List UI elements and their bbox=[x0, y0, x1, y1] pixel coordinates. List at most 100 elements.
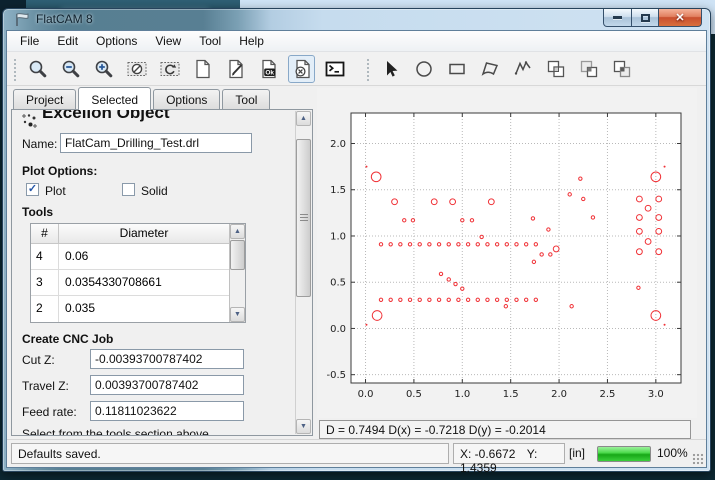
tool-number[interactable]: 2 bbox=[31, 296, 59, 322]
svg-text:0.5: 0.5 bbox=[330, 278, 346, 289]
plot-checkbox[interactable]: ✓ bbox=[26, 183, 39, 196]
plot-canvas[interactable]: 0.00.51.01.52.02.53.0-0.50.00.51.01.52.0 bbox=[317, 88, 697, 418]
tab-project[interactable]: Project bbox=[13, 89, 76, 109]
zoom-out-icon[interactable] bbox=[57, 55, 84, 83]
resize-grip[interactable] bbox=[692, 453, 704, 465]
travelz-label: Travel Z: bbox=[22, 379, 69, 393]
table-row[interactable]: 2 0.035 bbox=[31, 296, 245, 322]
menu-file[interactable]: File bbox=[11, 32, 48, 50]
svg-text:1.5: 1.5 bbox=[503, 389, 519, 400]
polygon-intersection-icon[interactable] bbox=[575, 55, 602, 83]
scroll-up-icon[interactable]: ▲ bbox=[230, 224, 245, 239]
window-title: FlatCAM 8 bbox=[36, 12, 93, 26]
svg-text:1.0: 1.0 bbox=[454, 389, 470, 400]
tool-number[interactable]: 3 bbox=[31, 270, 59, 295]
left-column: Project Selected Options Tool Exc bbox=[7, 86, 315, 439]
panel-scrollbar[interactable]: ▲ ▼ bbox=[295, 111, 311, 434]
open-project-icon[interactable] bbox=[222, 55, 249, 83]
menu-help[interactable]: Help bbox=[230, 32, 273, 50]
units-indicator: [in] bbox=[569, 446, 585, 460]
tool-diameter[interactable]: 0.035 bbox=[59, 296, 245, 322]
toolbar-handle[interactable] bbox=[12, 57, 18, 81]
toolbar: Ok bbox=[7, 52, 706, 86]
plot-area: 0.00.51.01.52.02.53.0-0.50.00.51.01.52.0… bbox=[315, 86, 706, 439]
select-tool-icon[interactable] bbox=[377, 55, 404, 83]
draw-circle-icon[interactable] bbox=[410, 55, 437, 83]
menu-options[interactable]: Options bbox=[87, 32, 146, 50]
travelz-input[interactable] bbox=[90, 375, 244, 395]
menu-edit[interactable]: Edit bbox=[48, 32, 87, 50]
solid-checkbox-label[interactable]: Solid bbox=[141, 184, 168, 198]
svg-text:1.5: 1.5 bbox=[330, 185, 346, 196]
tab-selected[interactable]: Selected bbox=[78, 87, 151, 110]
tool-diameter[interactable]: 0.0354330708661 bbox=[59, 270, 245, 295]
tab-tool[interactable]: Tool bbox=[222, 89, 270, 109]
maximize-button[interactable] bbox=[632, 9, 659, 27]
scroll-down-icon[interactable]: ▼ bbox=[230, 307, 245, 322]
svg-text:0.0: 0.0 bbox=[358, 389, 374, 400]
replot-icon[interactable] bbox=[156, 55, 183, 83]
svg-text:3.0: 3.0 bbox=[648, 389, 664, 400]
plot-checkbox-label[interactable]: Plot bbox=[45, 184, 66, 198]
cnc-job-heading: Create CNC Job bbox=[22, 332, 113, 346]
zoom-fit-icon[interactable] bbox=[24, 55, 51, 83]
table-scrollbar-thumb[interactable] bbox=[230, 240, 245, 270]
clear-plot-icon[interactable] bbox=[123, 55, 150, 83]
tool-diameter[interactable]: 0.06 bbox=[59, 244, 245, 269]
delete-object-icon[interactable] bbox=[288, 55, 315, 83]
svg-text:1.0: 1.0 bbox=[330, 231, 346, 242]
command-line-icon[interactable] bbox=[321, 55, 348, 83]
tools-label: Tools bbox=[22, 205, 53, 219]
scroll-down-icon[interactable]: ▼ bbox=[296, 419, 311, 434]
table-row[interactable]: 3 0.0354330708661 bbox=[31, 270, 245, 296]
titlebar[interactable]: FlatCAM 8 ✕ bbox=[3, 9, 710, 30]
tool-number[interactable]: 4 bbox=[31, 244, 59, 269]
scrollbar-grip bbox=[300, 214, 308, 221]
new-project-icon[interactable] bbox=[189, 55, 216, 83]
draw-polygon-icon[interactable] bbox=[476, 55, 503, 83]
menu-view[interactable]: View bbox=[146, 32, 190, 50]
solid-checkbox[interactable] bbox=[122, 183, 135, 196]
tab-options[interactable]: Options bbox=[153, 89, 220, 109]
panel-scrollbar-thumb[interactable] bbox=[296, 139, 311, 297]
close-icon: ✕ bbox=[675, 11, 684, 24]
plot-options-label: Plot Options: bbox=[22, 164, 97, 178]
status-message: Defaults saved. bbox=[11, 443, 449, 464]
menu-tool[interactable]: Tool bbox=[190, 32, 230, 50]
svg-text:-0.5: -0.5 bbox=[326, 370, 346, 381]
col-header-number[interactable]: # bbox=[31, 224, 59, 243]
minimize-button[interactable] bbox=[603, 9, 632, 27]
name-label: Name: bbox=[22, 137, 57, 151]
save-project-icon[interactable]: Ok bbox=[255, 55, 282, 83]
feedrate-input[interactable] bbox=[90, 401, 244, 421]
table-scrollbar[interactable]: ▲ ▼ bbox=[229, 224, 245, 322]
tools-table-header: # Diameter bbox=[31, 224, 245, 244]
svg-text:2.5: 2.5 bbox=[599, 389, 615, 400]
polygon-union-icon[interactable] bbox=[542, 55, 569, 83]
flatcam-window: FlatCAM 8 ✕ File Edit Options View Tool … bbox=[2, 8, 711, 472]
panel-title: Excellon Object bbox=[42, 109, 170, 123]
tab-bar: Project Selected Options Tool bbox=[7, 86, 315, 109]
selected-tab-panel: Excellon Object Name: Plot Options: ✓ Pl… bbox=[11, 109, 313, 436]
scroll-up-icon[interactable]: ▲ bbox=[296, 111, 311, 126]
svg-text:0.5: 0.5 bbox=[406, 389, 422, 400]
col-header-diameter[interactable]: Diameter bbox=[59, 224, 245, 243]
toolbar-handle[interactable] bbox=[365, 57, 371, 81]
tools-note: Select from the tools section above bbox=[22, 427, 209, 436]
close-button[interactable]: ✕ bbox=[659, 9, 702, 27]
window-controls: ✕ bbox=[603, 9, 702, 27]
draw-rectangle-icon[interactable] bbox=[443, 55, 470, 83]
polygon-subtraction-icon[interactable] bbox=[608, 55, 635, 83]
svg-text:2.0: 2.0 bbox=[330, 139, 346, 150]
draw-path-icon[interactable] bbox=[509, 55, 536, 83]
svg-text:Ok: Ok bbox=[265, 69, 274, 76]
excellon-icon bbox=[20, 112, 38, 135]
svg-text:2.0: 2.0 bbox=[551, 389, 567, 400]
menubar: File Edit Options View Tool Help bbox=[7, 31, 706, 52]
name-input[interactable] bbox=[60, 133, 252, 153]
cutz-input[interactable] bbox=[90, 349, 244, 369]
progress-bar bbox=[597, 446, 651, 462]
progress-percent: 100% bbox=[657, 446, 688, 460]
table-row[interactable]: 4 0.06 bbox=[31, 244, 245, 270]
zoom-in-icon[interactable] bbox=[90, 55, 117, 83]
